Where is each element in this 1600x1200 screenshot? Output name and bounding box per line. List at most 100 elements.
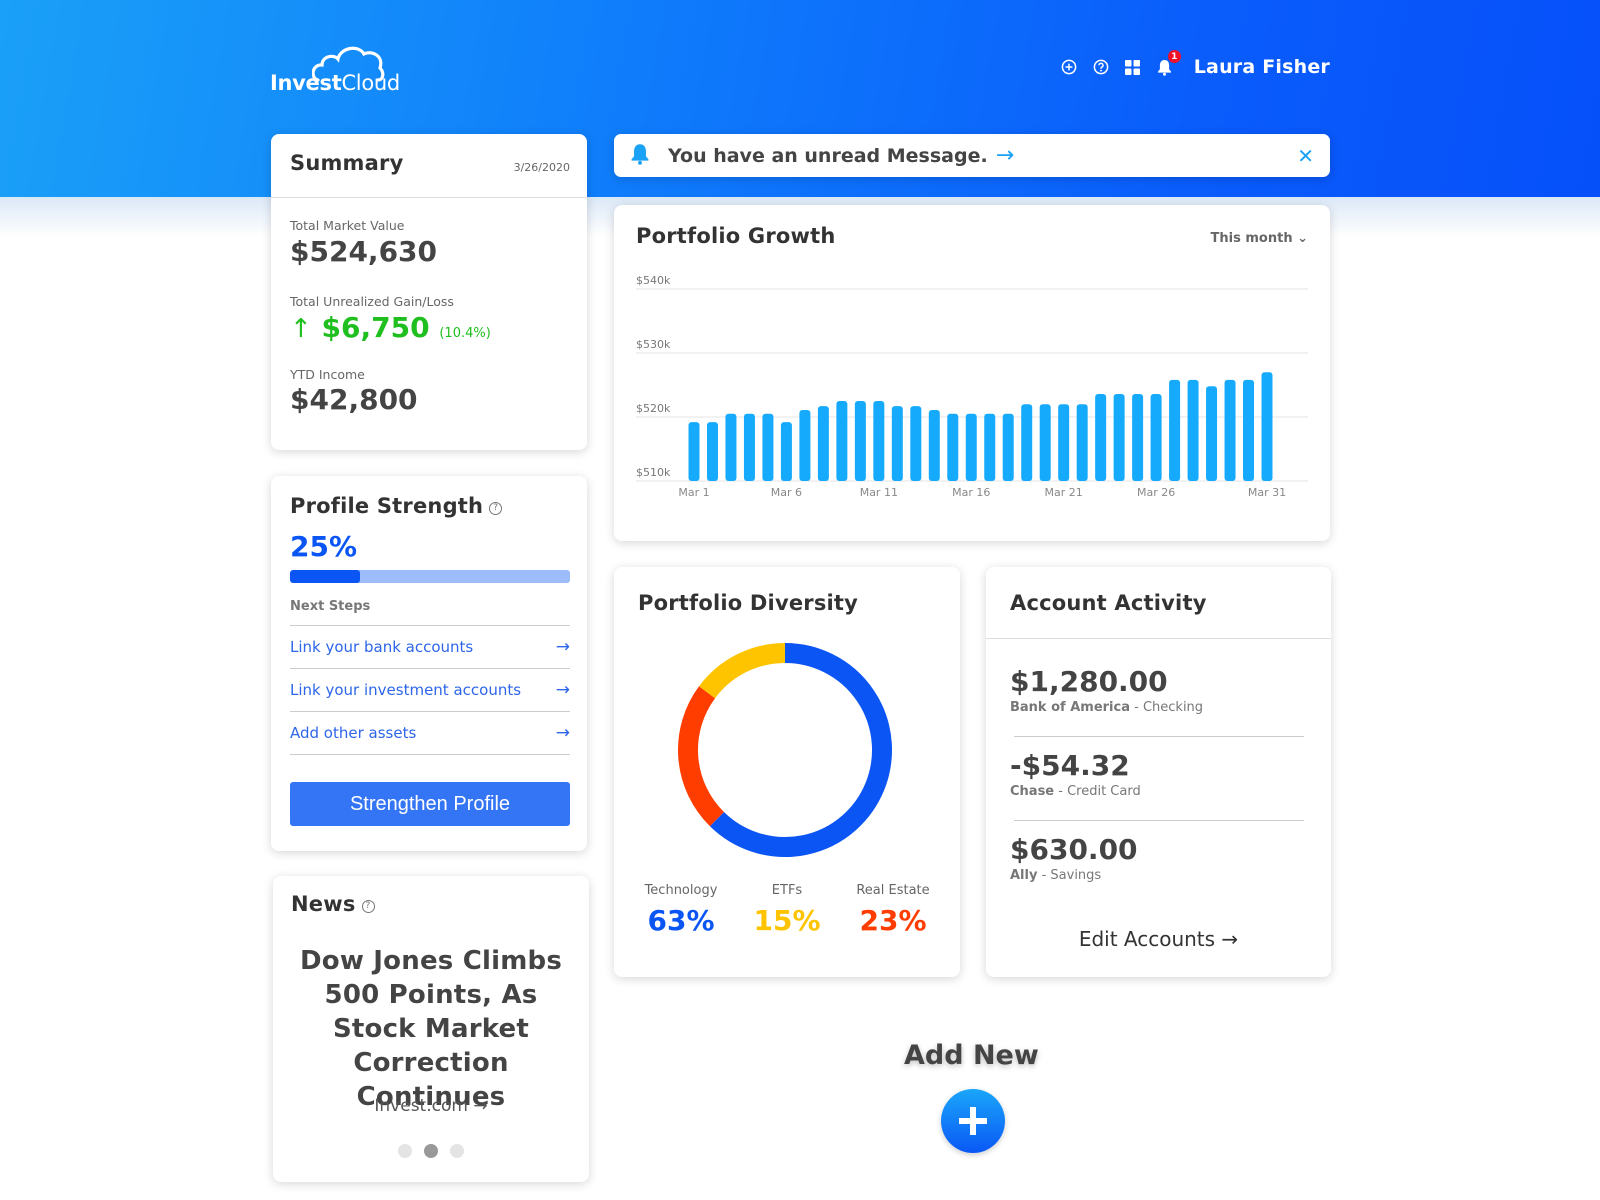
bell-icon: [630, 143, 650, 169]
chart-bar[interactable]: [1187, 379, 1199, 481]
chart-bar[interactable]: [1150, 393, 1162, 481]
chart-bar[interactable]: [1224, 379, 1236, 481]
carousel-dot[interactable]: [398, 1144, 412, 1158]
chart-bar[interactable]: [1076, 404, 1088, 481]
gain-row: ↑ $6,750 (10.4%): [290, 311, 491, 344]
bell-icon[interactable]: 1: [1156, 50, 1181, 76]
close-icon[interactable]: ✕: [1297, 144, 1314, 168]
chart-bar[interactable]: [984, 413, 996, 481]
range-dropdown[interactable]: This month ⌄: [1211, 231, 1308, 246]
donut-slice-etfs[interactable]: [699, 643, 786, 699]
step-link-investment-accounts[interactable]: Link your investment accounts →: [290, 669, 570, 712]
chart-bar[interactable]: [1243, 379, 1255, 481]
app-logo[interactable]: InvestCloud: [270, 44, 400, 98]
help-icon[interactable]: ?: [489, 502, 503, 515]
help-icon[interactable]: [1092, 58, 1110, 76]
legend-value: 23%: [859, 904, 927, 937]
portfolio-growth-card: $510k $520k $530k $540k Mar 1 Mar 6 Mar 11 Mar …: [614, 205, 1330, 541]
next-steps-list: Link your bank accounts → Link your inves…: [290, 625, 570, 755]
donut-slice-real-estate[interactable]: [678, 686, 725, 827]
chart-bar[interactable]: [910, 406, 922, 481]
chart-bar[interactable]: [780, 422, 792, 481]
top-nav: 1 Laura Fisher: [1060, 50, 1330, 78]
notification-banner: You have an unread Message. → ✕: [614, 134, 1330, 177]
user-name[interactable]: Laura Fisher: [1194, 56, 1330, 78]
ytd-label: YTD Income: [290, 367, 365, 382]
add-new-label: Add New: [904, 1040, 1039, 1071]
chart-bar[interactable]: [817, 406, 829, 481]
chart-bar[interactable]: [1113, 393, 1125, 481]
chart-bar[interactable]: [965, 413, 977, 481]
add-new-button[interactable]: [941, 1089, 1005, 1153]
y-tick-label: $530k: [636, 338, 671, 351]
gain-percent: (10.4%): [439, 326, 491, 341]
x-tick-label: Mar 1: [678, 486, 709, 499]
chart-bar[interactable]: [762, 413, 774, 481]
chart-bar[interactable]: [873, 401, 885, 481]
account-row[interactable]: -$54.32 Chase - Credit Card: [1010, 749, 1300, 799]
chart-bar[interactable]: [1261, 372, 1273, 481]
chart-bar[interactable]: [891, 406, 903, 481]
chart-bar[interactable]: [799, 409, 811, 481]
chart-bar[interactable]: [1021, 404, 1033, 481]
news-card: News? Dow Jones Climbs 500 Points, As St…: [273, 876, 589, 1182]
strengthen-profile-button[interactable]: Strengthen Profile: [290, 782, 570, 826]
account-row[interactable]: $1,280.00 Bank of America - Checking: [1010, 665, 1300, 715]
gain-label: Total Unrealized Gain/Loss: [290, 294, 454, 309]
chart-bar[interactable]: [836, 401, 848, 481]
chart-bar[interactable]: [947, 413, 959, 481]
news-headline[interactable]: Dow Jones Climbs 500 Points, As Stock Ma…: [281, 944, 581, 1114]
chart-bar[interactable]: [725, 413, 737, 481]
chart-bar[interactable]: [706, 422, 718, 481]
chart-bar[interactable]: [1132, 393, 1144, 481]
account-description: Ally - Savings: [1010, 868, 1300, 883]
step-label: Link your investment accounts: [290, 681, 522, 699]
plus-icon: [959, 1107, 987, 1135]
step-link-bank-accounts[interactable]: Link your bank accounts →: [290, 626, 570, 669]
diversity-legend: Technology 63% ETFs 15% Real Estate 23%: [614, 883, 960, 937]
legend-value: 63%: [647, 904, 715, 937]
chart-bar[interactable]: [743, 413, 755, 481]
chart-bar[interactable]: [1095, 393, 1107, 481]
account-row[interactable]: $630.00 Ally - Savings: [1010, 833, 1300, 883]
chart-bar[interactable]: [1039, 404, 1051, 481]
chart-bar[interactable]: [1169, 379, 1181, 481]
account-institution: Chase: [1010, 784, 1055, 799]
x-tick-label: Mar 21: [1045, 486, 1083, 499]
news-source-link[interactable]: Invest.com →: [273, 1096, 589, 1116]
help-icon[interactable]: ?: [361, 900, 375, 913]
chart-bar[interactable]: [1206, 386, 1218, 481]
apps-grid-icon[interactable]: [1124, 58, 1142, 76]
portfolio-diversity-title: Portfolio Diversity: [638, 591, 859, 615]
donut-slice-technology[interactable]: [709, 643, 892, 857]
plus-circle-icon[interactable]: [1060, 58, 1078, 76]
chart-bar[interactable]: [928, 409, 940, 481]
chart-bar[interactable]: [1002, 413, 1014, 481]
profile-strength-title-text: Profile Strength: [290, 494, 484, 518]
summary-date: 3/26/2020: [513, 161, 570, 174]
step-add-other-assets[interactable]: Add other assets →: [290, 712, 570, 755]
account-description: Chase - Credit Card: [1010, 784, 1300, 799]
carousel-dot[interactable]: [450, 1144, 464, 1158]
chart-bar[interactable]: [854, 401, 866, 481]
arrow-right-icon: →: [555, 723, 570, 743]
carousel-dots: [273, 1144, 589, 1158]
notification-text[interactable]: You have an unread Message.: [668, 145, 988, 167]
account-activity-title: Account Activity: [1010, 591, 1207, 615]
chart-bar[interactable]: [688, 422, 700, 481]
gain-value: $6,750: [321, 311, 430, 344]
news-title-text: News: [291, 892, 356, 916]
edit-accounts-link[interactable]: Edit Accounts →: [986, 927, 1331, 951]
arrow-right-icon[interactable]: →: [996, 143, 1014, 168]
arrow-up-icon: ↑: [290, 314, 312, 344]
account-activity-header: Account Activity: [986, 567, 1331, 639]
profile-strength-progress: [290, 570, 570, 583]
account-type: - Checking: [1130, 700, 1204, 715]
account-amount: -$54.32: [1010, 749, 1130, 782]
account-amount: $630.00: [1010, 833, 1138, 866]
carousel-dot-active[interactable]: [424, 1144, 438, 1158]
ytd-value: $42,800: [290, 383, 418, 416]
chart-bar[interactable]: [1058, 404, 1070, 481]
account-activity-card: Account Activity $1,280.00 Bank of Ameri…: [986, 567, 1331, 977]
account-type: - Credit Card: [1054, 784, 1141, 799]
